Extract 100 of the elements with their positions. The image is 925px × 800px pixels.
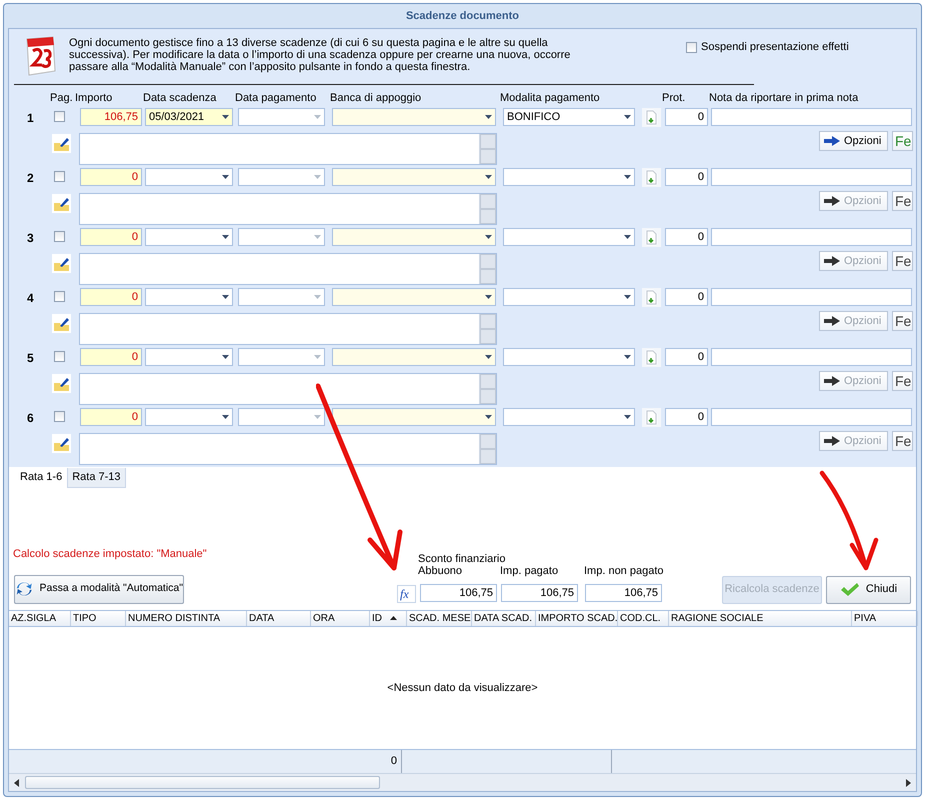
dropdown-field[interactable] <box>238 288 325 306</box>
edit-folder-icon[interactable] <box>52 134 71 153</box>
dropdown-field[interactable] <box>238 108 325 126</box>
notes-field[interactable] <box>79 193 497 225</box>
fe-button[interactable]: Fe <box>892 311 913 331</box>
dropdown-field[interactable] <box>332 168 496 186</box>
amount-field[interactable]: 106,75 <box>80 108 142 126</box>
protocol-field[interactable]: 0 <box>665 348 708 366</box>
tab[interactable]: Rata 7-13 <box>67 468 126 488</box>
protocol-field[interactable]: 0 <box>665 108 708 126</box>
column-header[interactable]: RAGIONE SOCIALE <box>669 610 852 626</box>
column-header[interactable]: PIVA <box>852 610 918 626</box>
scrollbar[interactable] <box>479 374 496 404</box>
dropdown-field[interactable] <box>332 288 496 306</box>
notes-field[interactable] <box>79 313 497 345</box>
edit-folder-icon[interactable] <box>52 314 71 333</box>
checkbox[interactable] <box>54 351 65 362</box>
dropdown-field[interactable] <box>332 228 496 246</box>
column-header[interactable]: TIPO <box>71 610 126 626</box>
note-field[interactable] <box>711 168 912 186</box>
scroll-left-icon[interactable] <box>12 778 22 788</box>
checkbox[interactable] <box>54 411 65 422</box>
protocol-field[interactable]: 0 <box>665 168 708 186</box>
amount-field[interactable]: 0 <box>80 408 142 426</box>
checkbox[interactable] <box>54 231 65 242</box>
dropdown-field[interactable]: BONIFICO <box>503 108 635 126</box>
checkbox[interactable] <box>54 171 65 182</box>
amount-field[interactable]: 0 <box>80 228 142 246</box>
dropdown-field[interactable] <box>332 108 496 126</box>
column-header[interactable]: DATA SCAD. <box>472 610 536 626</box>
total-field[interactable]: 106,75 <box>585 584 662 602</box>
column-header[interactable]: NUMERO DISTINTA <box>126 610 247 626</box>
dropdown-field[interactable] <box>332 408 496 426</box>
mode-button[interactable]: Passa a modalità "Automatica" <box>14 574 184 604</box>
fe-button[interactable]: Fe <box>892 191 913 211</box>
scroll-right-icon[interactable] <box>903 778 913 788</box>
caret-icon <box>624 295 631 299</box>
scrollbar[interactable] <box>479 314 496 344</box>
scrollbar[interactable] <box>479 254 496 284</box>
dropdown-field[interactable] <box>503 408 635 426</box>
column-header[interactable]: AZ.SIGLA <box>9 610 71 626</box>
edit-folder-icon[interactable] <box>52 194 71 213</box>
dropdown-field[interactable] <box>332 348 496 366</box>
dropdown-field[interactable]: 05/03/2021 <box>145 108 233 126</box>
fe-button[interactable]: Fe <box>892 251 913 271</box>
column-header[interactable]: COD.CL. <box>618 610 669 626</box>
amount-field[interactable]: 0 <box>80 168 142 186</box>
fe-button[interactable]: Fe <box>892 131 913 151</box>
protocol-field[interactable]: 0 <box>665 408 708 426</box>
notes-field[interactable] <box>79 133 497 165</box>
dropdown-field[interactable] <box>238 228 325 246</box>
scrollbar[interactable] <box>479 434 496 464</box>
dropdown-field[interactable] <box>503 168 635 186</box>
edit-folder-icon[interactable] <box>52 374 71 393</box>
notes-field[interactable] <box>79 433 497 465</box>
fe-button[interactable]: Fe <box>892 431 913 451</box>
scrollbar[interactable] <box>479 134 496 164</box>
column-header[interactable]: ORA <box>311 610 370 626</box>
dropdown-field[interactable] <box>503 348 635 366</box>
close-button[interactable]: Chiudi <box>826 576 911 604</box>
checkbox[interactable] <box>54 111 65 122</box>
dropdown-field[interactable] <box>238 408 325 426</box>
protocol-field[interactable]: 0 <box>665 228 708 246</box>
column-header[interactable]: ID <box>370 610 407 626</box>
formula-button[interactable]: fx <box>397 584 416 602</box>
amount-field[interactable]: 0 <box>80 288 142 306</box>
note-field[interactable] <box>711 348 912 366</box>
column-header[interactable]: SCAD. MESE <box>407 610 472 626</box>
dropdown-field[interactable] <box>145 288 233 306</box>
options-button[interactable]: Opzioni <box>819 131 888 151</box>
notes-field[interactable] <box>79 373 497 405</box>
protocol-field[interactable]: 0 <box>665 288 708 306</box>
note-field[interactable] <box>711 228 912 246</box>
note-field[interactable] <box>711 408 912 426</box>
dropdown-field[interactable] <box>145 228 233 246</box>
note-field[interactable] <box>711 288 912 306</box>
caret-icon <box>624 115 631 119</box>
edit-folder-icon[interactable] <box>52 434 71 453</box>
info-text: Ogni documento gestisce fino a 13 diverse scadenze (di cui 6 su questa pagina e le altre su quella successiva). Per modificare la data o l’importo di una scadenza oppure per crearne una nuova, occorre passare alla “Modalità Manuale” con l’apposito pulsante in fondo a questa finestra. <box>69 37 572 75</box>
dropdown-field[interactable] <box>238 168 325 186</box>
column-header[interactable]: DATA <box>247 610 311 626</box>
edit-folder-icon[interactable] <box>52 254 71 273</box>
total-field[interactable]: 106,75 <box>420 584 497 602</box>
dropdown-field[interactable] <box>145 168 233 186</box>
scrollbar[interactable] <box>479 194 496 224</box>
column-header[interactable]: IMPORTO SCAD. <box>536 610 618 626</box>
dropdown-field[interactable] <box>145 348 233 366</box>
dropdown-field[interactable] <box>503 228 635 246</box>
dropdown-field[interactable] <box>145 408 233 426</box>
checkbox[interactable] <box>54 291 65 302</box>
horizontal-scrollbar[interactable] <box>9 773 916 791</box>
notes-field[interactable] <box>79 253 497 285</box>
checkbox[interactable] <box>686 42 697 53</box>
amount-field[interactable]: 0 <box>80 348 142 366</box>
dropdown-field[interactable] <box>503 288 635 306</box>
caret-icon <box>222 175 229 179</box>
total-field[interactable]: 106,75 <box>501 584 578 602</box>
fe-button[interactable]: Fe <box>892 371 913 391</box>
note-field[interactable] <box>711 108 912 126</box>
dropdown-field[interactable] <box>238 348 325 366</box>
